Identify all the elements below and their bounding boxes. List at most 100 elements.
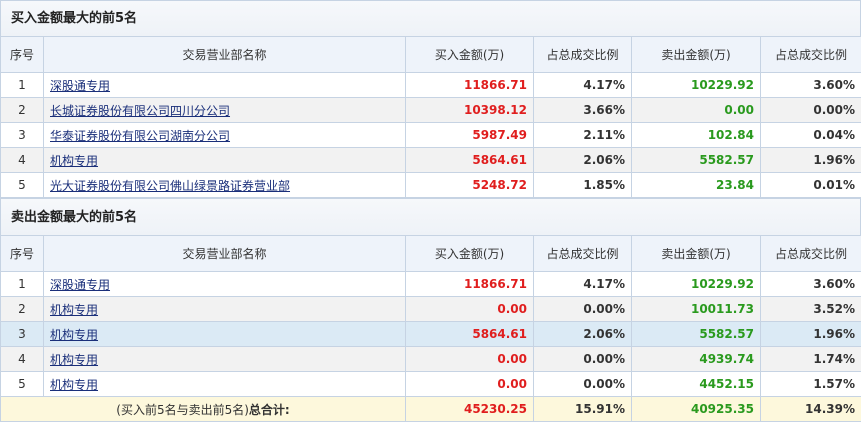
buy-amount: 10398.12 — [405, 97, 534, 123]
table-row: 3 机构专用 5864.61 2.06% 5582.57 1.96% — [0, 321, 861, 347]
dept-name-cell: 深股通专用 — [43, 271, 406, 297]
header-sell-amount: 卖出金额(万) — [631, 36, 761, 73]
sell-section-title: 卖出金额最大的前5名 — [0, 198, 861, 235]
row-index: 5 — [0, 172, 44, 198]
dept-link[interactable]: 深股通专用 — [50, 79, 110, 93]
sell-amount: 0.00 — [631, 97, 761, 123]
buy-amount: 0.00 — [405, 296, 534, 322]
sell-amount: 102.84 — [631, 122, 761, 148]
dept-link[interactable]: 深股通专用 — [50, 278, 110, 292]
buy-pct: 4.17% — [533, 72, 632, 98]
table-row: 3 华泰证券股份有限公司湖南分公司 5987.49 2.11% 102.84 0.04% — [0, 122, 861, 148]
buy-amount: 0.00 — [405, 346, 534, 372]
sell-amount: 5582.57 — [631, 321, 761, 347]
total-label: (买入前5名与卖出前5名)总合计: — [0, 396, 406, 422]
dept-name-cell: 光大证券股份有限公司佛山绿景路证券营业部 — [43, 172, 406, 198]
row-index: 5 — [0, 371, 44, 397]
dept-name-cell: 长城证券股份有限公司四川分公司 — [43, 97, 406, 123]
buy-amount: 0.00 — [405, 371, 534, 397]
sell-amount: 4452.15 — [631, 371, 761, 397]
row-index: 1 — [0, 72, 44, 98]
buy-pct: 2.11% — [533, 122, 632, 148]
row-index: 3 — [0, 122, 44, 148]
buy-pct: 0.00% — [533, 371, 632, 397]
table-row: 2 机构专用 0.00 0.00% 10011.73 3.52% — [0, 296, 861, 322]
dept-link[interactable]: 机构专用 — [50, 303, 98, 317]
dept-name-cell: 华泰证券股份有限公司湖南分公司 — [43, 122, 406, 148]
dept-name-cell: 机构专用 — [43, 371, 406, 397]
sell-amount: 5582.57 — [631, 147, 761, 173]
buy-pct: 2.06% — [533, 147, 632, 173]
sell-pct: 3.60% — [760, 72, 861, 98]
row-index: 2 — [0, 296, 44, 322]
dept-link[interactable]: 机构专用 — [50, 154, 98, 168]
sell-amount: 23.84 — [631, 172, 761, 198]
dept-link[interactable]: 机构专用 — [50, 378, 98, 392]
sell-pct: 1.57% — [760, 371, 861, 397]
header-buy-amount: 买入金额(万) — [405, 36, 534, 73]
table-row: 4 机构专用 5864.61 2.06% 5582.57 1.96% — [0, 147, 861, 173]
sell-pct: 0.00% — [760, 97, 861, 123]
total-sell-amount: 40925.35 — [631, 396, 761, 422]
sell-pct: 1.74% — [760, 346, 861, 372]
row-index: 2 — [0, 97, 44, 123]
row-index: 4 — [0, 346, 44, 372]
buy-amount: 5987.49 — [405, 122, 534, 148]
sell-amount: 4939.74 — [631, 346, 761, 372]
dept-link[interactable]: 机构专用 — [50, 328, 98, 342]
buy-amount: 5248.72 — [405, 172, 534, 198]
buy-section-title: 买入金额最大的前5名 — [0, 0, 861, 36]
header-dept-name: 交易营业部名称 — [43, 36, 406, 73]
dept-name-cell: 机构专用 — [43, 321, 406, 347]
sell-pct: 1.96% — [760, 321, 861, 347]
header-sell-pct: 占总成交比例 — [760, 36, 861, 73]
buy-table-header: 序号 交易营业部名称 买入金额(万) 占总成交比例 卖出金额(万) 占总成交比例 — [0, 36, 861, 73]
buy-pct: 0.00% — [533, 346, 632, 372]
sell-pct: 3.52% — [760, 296, 861, 322]
table-row: 4 机构专用 0.00 0.00% 4939.74 1.74% — [0, 346, 861, 372]
total-buy-pct: 15.91% — [533, 396, 632, 422]
sell-pct: 0.01% — [760, 172, 861, 198]
total-label-prefix: (买入前5名与卖出前5名) — [116, 402, 249, 417]
buy-pct: 0.00% — [533, 296, 632, 322]
sell-pct: 3.60% — [760, 271, 861, 297]
table-row: 2 长城证券股份有限公司四川分公司 10398.12 3.66% 0.00 0.00% — [0, 97, 861, 123]
header-sell-pct: 占总成交比例 — [760, 235, 861, 272]
sell-table: 序号 交易营业部名称 买入金额(万) 占总成交比例 卖出金额(万) 占总成交比例… — [0, 235, 861, 422]
header-dept-name: 交易营业部名称 — [43, 235, 406, 272]
total-row: (买入前5名与卖出前5名)总合计: 45230.25 15.91% 40925.… — [0, 396, 861, 422]
dept-name-cell: 深股通专用 — [43, 72, 406, 98]
dept-name-cell: 机构专用 — [43, 346, 406, 372]
sell-amount: 10011.73 — [631, 296, 761, 322]
row-index: 4 — [0, 147, 44, 173]
buy-amount: 11866.71 — [405, 271, 534, 297]
dept-link[interactable]: 光大证券股份有限公司佛山绿景路证券营业部 — [50, 179, 290, 193]
buy-amount: 11866.71 — [405, 72, 534, 98]
header-index: 序号 — [0, 235, 44, 272]
header-buy-pct: 占总成交比例 — [533, 36, 632, 73]
buy-pct: 3.66% — [533, 97, 632, 123]
buy-pct: 1.85% — [533, 172, 632, 198]
total-sell-pct: 14.39% — [760, 396, 861, 422]
dept-link[interactable]: 机构专用 — [50, 353, 98, 367]
buy-amount: 5864.61 — [405, 147, 534, 173]
buy-amount: 5864.61 — [405, 321, 534, 347]
row-index: 3 — [0, 321, 44, 347]
total-label-strong: 总合计: — [248, 402, 290, 417]
dept-name-cell: 机构专用 — [43, 147, 406, 173]
sell-amount: 10229.92 — [631, 271, 761, 297]
header-buy-pct: 占总成交比例 — [533, 235, 632, 272]
row-index: 1 — [0, 271, 44, 297]
sell-amount: 10229.92 — [631, 72, 761, 98]
dept-link[interactable]: 长城证券股份有限公司四川分公司 — [50, 104, 230, 118]
total-buy-amount: 45230.25 — [405, 396, 534, 422]
dept-link[interactable]: 华泰证券股份有限公司湖南分公司 — [50, 129, 230, 143]
buy-pct: 2.06% — [533, 321, 632, 347]
sell-pct: 1.96% — [760, 147, 861, 173]
table-row: 1 深股通专用 11866.71 4.17% 10229.92 3.60% — [0, 271, 861, 297]
header-index: 序号 — [0, 36, 44, 73]
sell-table-header: 序号 交易营业部名称 买入金额(万) 占总成交比例 卖出金额(万) 占总成交比例 — [0, 235, 861, 272]
dept-name-cell: 机构专用 — [43, 296, 406, 322]
table-row: 5 机构专用 0.00 0.00% 4452.15 1.57% — [0, 371, 861, 397]
header-buy-amount: 买入金额(万) — [405, 235, 534, 272]
